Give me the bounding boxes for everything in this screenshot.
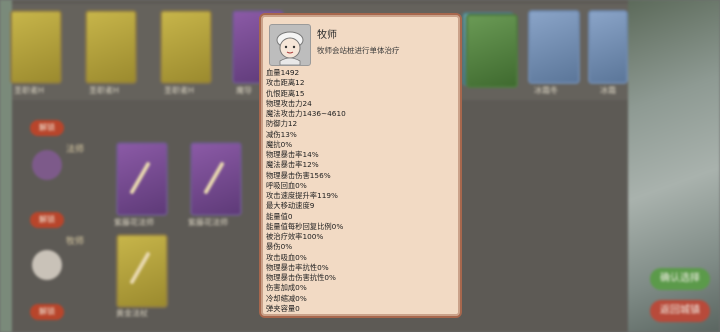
stat-line: 呼吸回血0% bbox=[266, 180, 307, 190]
confirm-selection-button[interactable]: 确认选择 bbox=[650, 268, 710, 290]
stat-line: 暴伤0% bbox=[266, 242, 293, 252]
mage-character-avatar bbox=[32, 150, 62, 180]
mid-card-1-label: 紫藤花法师 bbox=[114, 218, 154, 227]
stat-line: 物理暴击伤害156% bbox=[266, 170, 331, 180]
top-card-9-label: 冰霜冬 bbox=[534, 86, 558, 95]
stat-line: 魔法暴击率12% bbox=[266, 160, 319, 170]
unlock-button-3[interactable]: 解锁 bbox=[30, 304, 64, 320]
top-card-2[interactable] bbox=[85, 10, 137, 84]
stat-line: 冷却缩减0% bbox=[266, 293, 307, 303]
stat-line: 物理攻击力24 bbox=[266, 98, 312, 108]
stat-line: 攻击距离12 bbox=[266, 78, 305, 88]
top-card-10-label: 冰霜 bbox=[600, 86, 616, 95]
mid-card-1[interactable] bbox=[116, 142, 168, 216]
top-card-3-label: 圣职者H bbox=[164, 86, 195, 95]
top-card-9[interactable] bbox=[528, 10, 580, 84]
row-label-priest: 牧师 bbox=[66, 237, 85, 247]
stat-line: 物理暴击伤害抗性0% bbox=[266, 273, 336, 282]
hero-name-title: 牧师 bbox=[317, 30, 337, 41]
stat-line: 仇恨距离15 bbox=[266, 88, 305, 98]
low-card-1-label: 黄金法杖 bbox=[116, 309, 148, 318]
stat-line: 魔抗0% bbox=[266, 139, 293, 149]
top-card-1[interactable] bbox=[10, 10, 62, 84]
stat-line: 减伤13% bbox=[266, 129, 297, 139]
stat-line: 能量值每秒回复比例0% bbox=[266, 221, 344, 231]
hero-description: 牧师会站桩进行单体治疗 bbox=[317, 46, 400, 55]
stat-line: 弹夹容量0 bbox=[266, 303, 300, 313]
top-card-3[interactable] bbox=[160, 10, 212, 84]
unlock-button-2[interactable]: 解锁 bbox=[30, 212, 64, 228]
stat-line: 魔法攻击力1436~4610 bbox=[266, 109, 346, 118]
hero-info-popup: 牧师 牧师会站桩进行单体治疗 血量1492 攻击距离12 仇恨距离15 物理攻击… bbox=[259, 13, 462, 318]
priest-chef-portrait-icon bbox=[269, 24, 311, 66]
stat-line: 伤害加成0% bbox=[266, 283, 307, 293]
stat-line: 防御力12 bbox=[266, 119, 298, 129]
priest-character-avatar bbox=[32, 250, 62, 280]
stat-line: 被治疗效率100% bbox=[266, 232, 324, 241]
stat-line: 攻击吸血0% bbox=[266, 252, 307, 262]
top-card-10[interactable] bbox=[588, 10, 628, 84]
return-town-button[interactable]: 返回城镇 bbox=[650, 300, 710, 322]
top-card-4-label: 魔导 bbox=[236, 86, 252, 95]
top-card-8[interactable] bbox=[466, 14, 518, 88]
hero-stats-list: 血量1492 攻击距离12 仇恨距离15 物理攻击力24 魔法攻击力1436~4… bbox=[266, 68, 346, 314]
top-card-2-label: 圣职者H bbox=[89, 86, 120, 95]
unlock-button-1[interactable]: 解锁 bbox=[30, 120, 64, 136]
stat-line: 最大移动速度9 bbox=[266, 201, 315, 211]
mid-card-2-label: 紫藤花法师 bbox=[188, 218, 228, 227]
stat-line: 物理暴击率14% bbox=[266, 150, 319, 159]
row-label-mage: 法师 bbox=[66, 145, 85, 155]
low-card-1[interactable] bbox=[116, 234, 168, 308]
top-card-1-label: 圣职者H bbox=[14, 86, 45, 95]
stat-line: 攻击速度提升率119% bbox=[266, 191, 338, 200]
mid-card-2[interactable] bbox=[190, 142, 242, 216]
stat-line: 血量1492 bbox=[266, 68, 300, 77]
stat-line: 能量值0 bbox=[266, 211, 293, 221]
stat-line: 物理暴击率抗性0% bbox=[266, 262, 329, 272]
